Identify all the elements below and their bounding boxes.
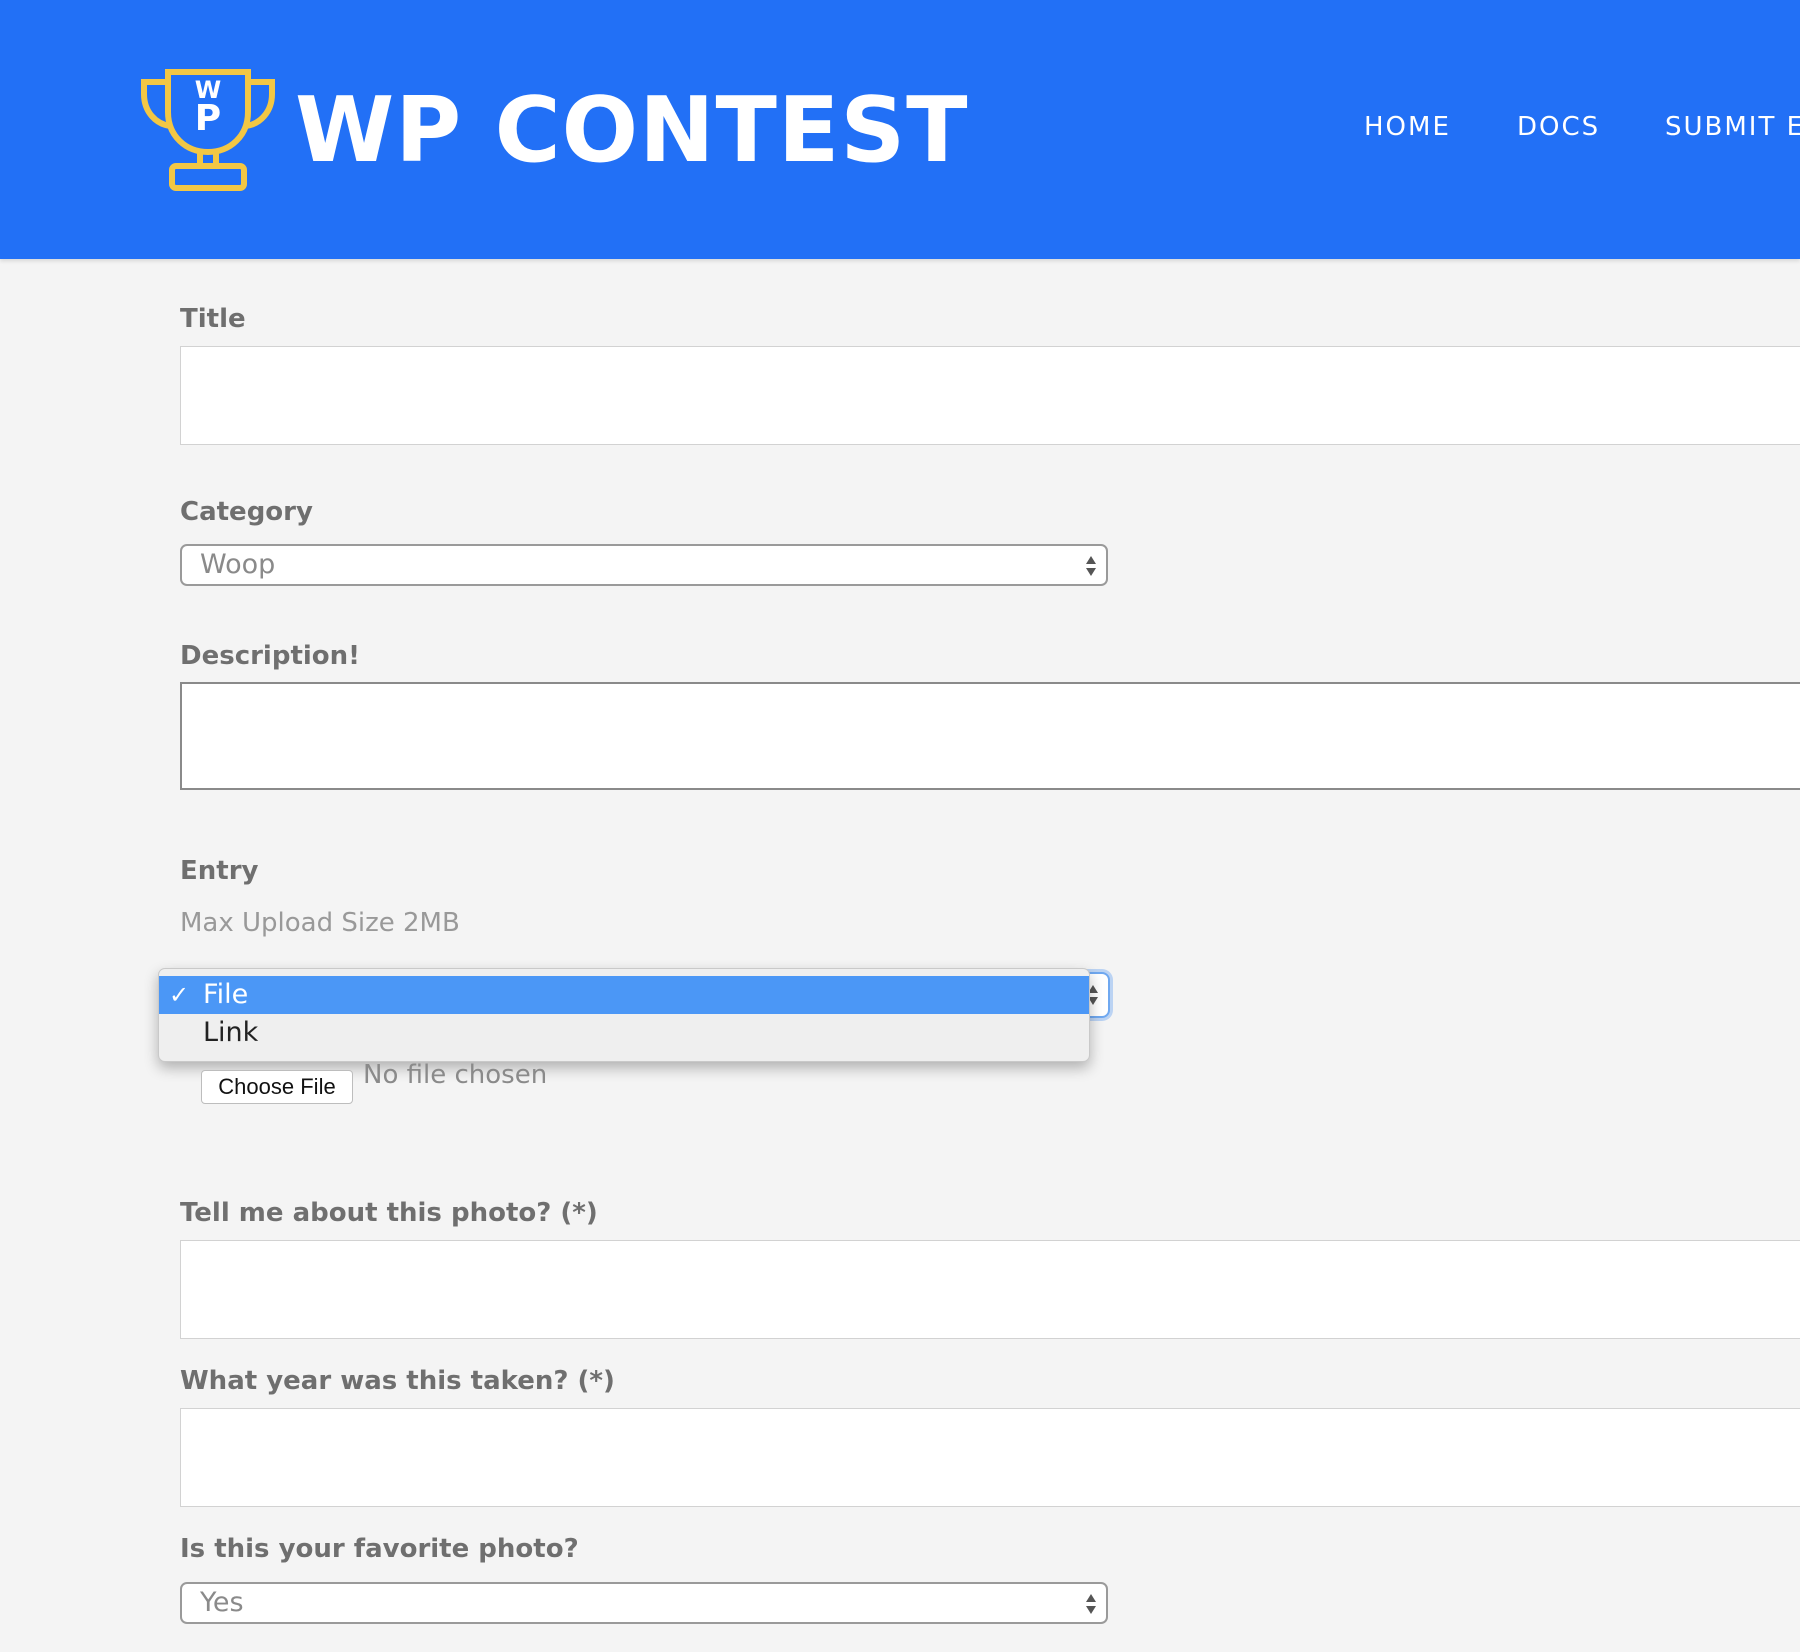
nav-home[interactable]: HOME [1364,112,1451,142]
photo-about-input[interactable] [180,1240,1800,1339]
description-label: Description! [180,641,361,671]
max-upload-hint: Max Upload Size 2MB [180,908,460,938]
file-status-text: No file chosen [363,1060,548,1090]
category-label: Category [180,497,313,527]
category-select-value: Woop [200,549,276,580]
favorite-select[interactable]: Yes [180,1582,1108,1624]
category-select[interactable]: Woop [180,544,1108,586]
main-nav: HOME DOCS SUBMIT E [0,112,1800,146]
entry-option-link-label: Link [203,1017,259,1048]
title-input[interactable] [180,346,1800,445]
description-textarea[interactable] [180,682,1800,790]
choose-file-button[interactable]: Choose File [201,1070,353,1104]
select-arrows-icon [1086,556,1096,576]
title-label: Title [180,304,246,334]
site-header: W P WP CONTEST HOME DOCS SUBMIT E [0,0,1800,259]
favorite-select-value: Yes [200,1587,244,1618]
checkmark-icon: ✓ [169,981,190,1009]
entry-label: Entry [180,856,259,886]
select-arrows-icon [1086,1594,1096,1614]
photo-about-label: Tell me about this photo? (*) [180,1198,598,1228]
entry-option-file[interactable]: ✓ File [159,976,1089,1014]
nav-submit-entry[interactable]: SUBMIT E [1665,112,1800,142]
entry-type-dropdown: ✓ File Link [158,968,1090,1062]
entry-option-link[interactable]: Link [159,1014,1089,1052]
favorite-label: Is this your favorite photo? [180,1534,579,1564]
entry-option-file-label: File [203,979,249,1010]
year-label: What year was this taken? (*) [180,1366,615,1396]
year-input[interactable] [180,1408,1800,1507]
nav-docs[interactable]: DOCS [1517,112,1600,142]
